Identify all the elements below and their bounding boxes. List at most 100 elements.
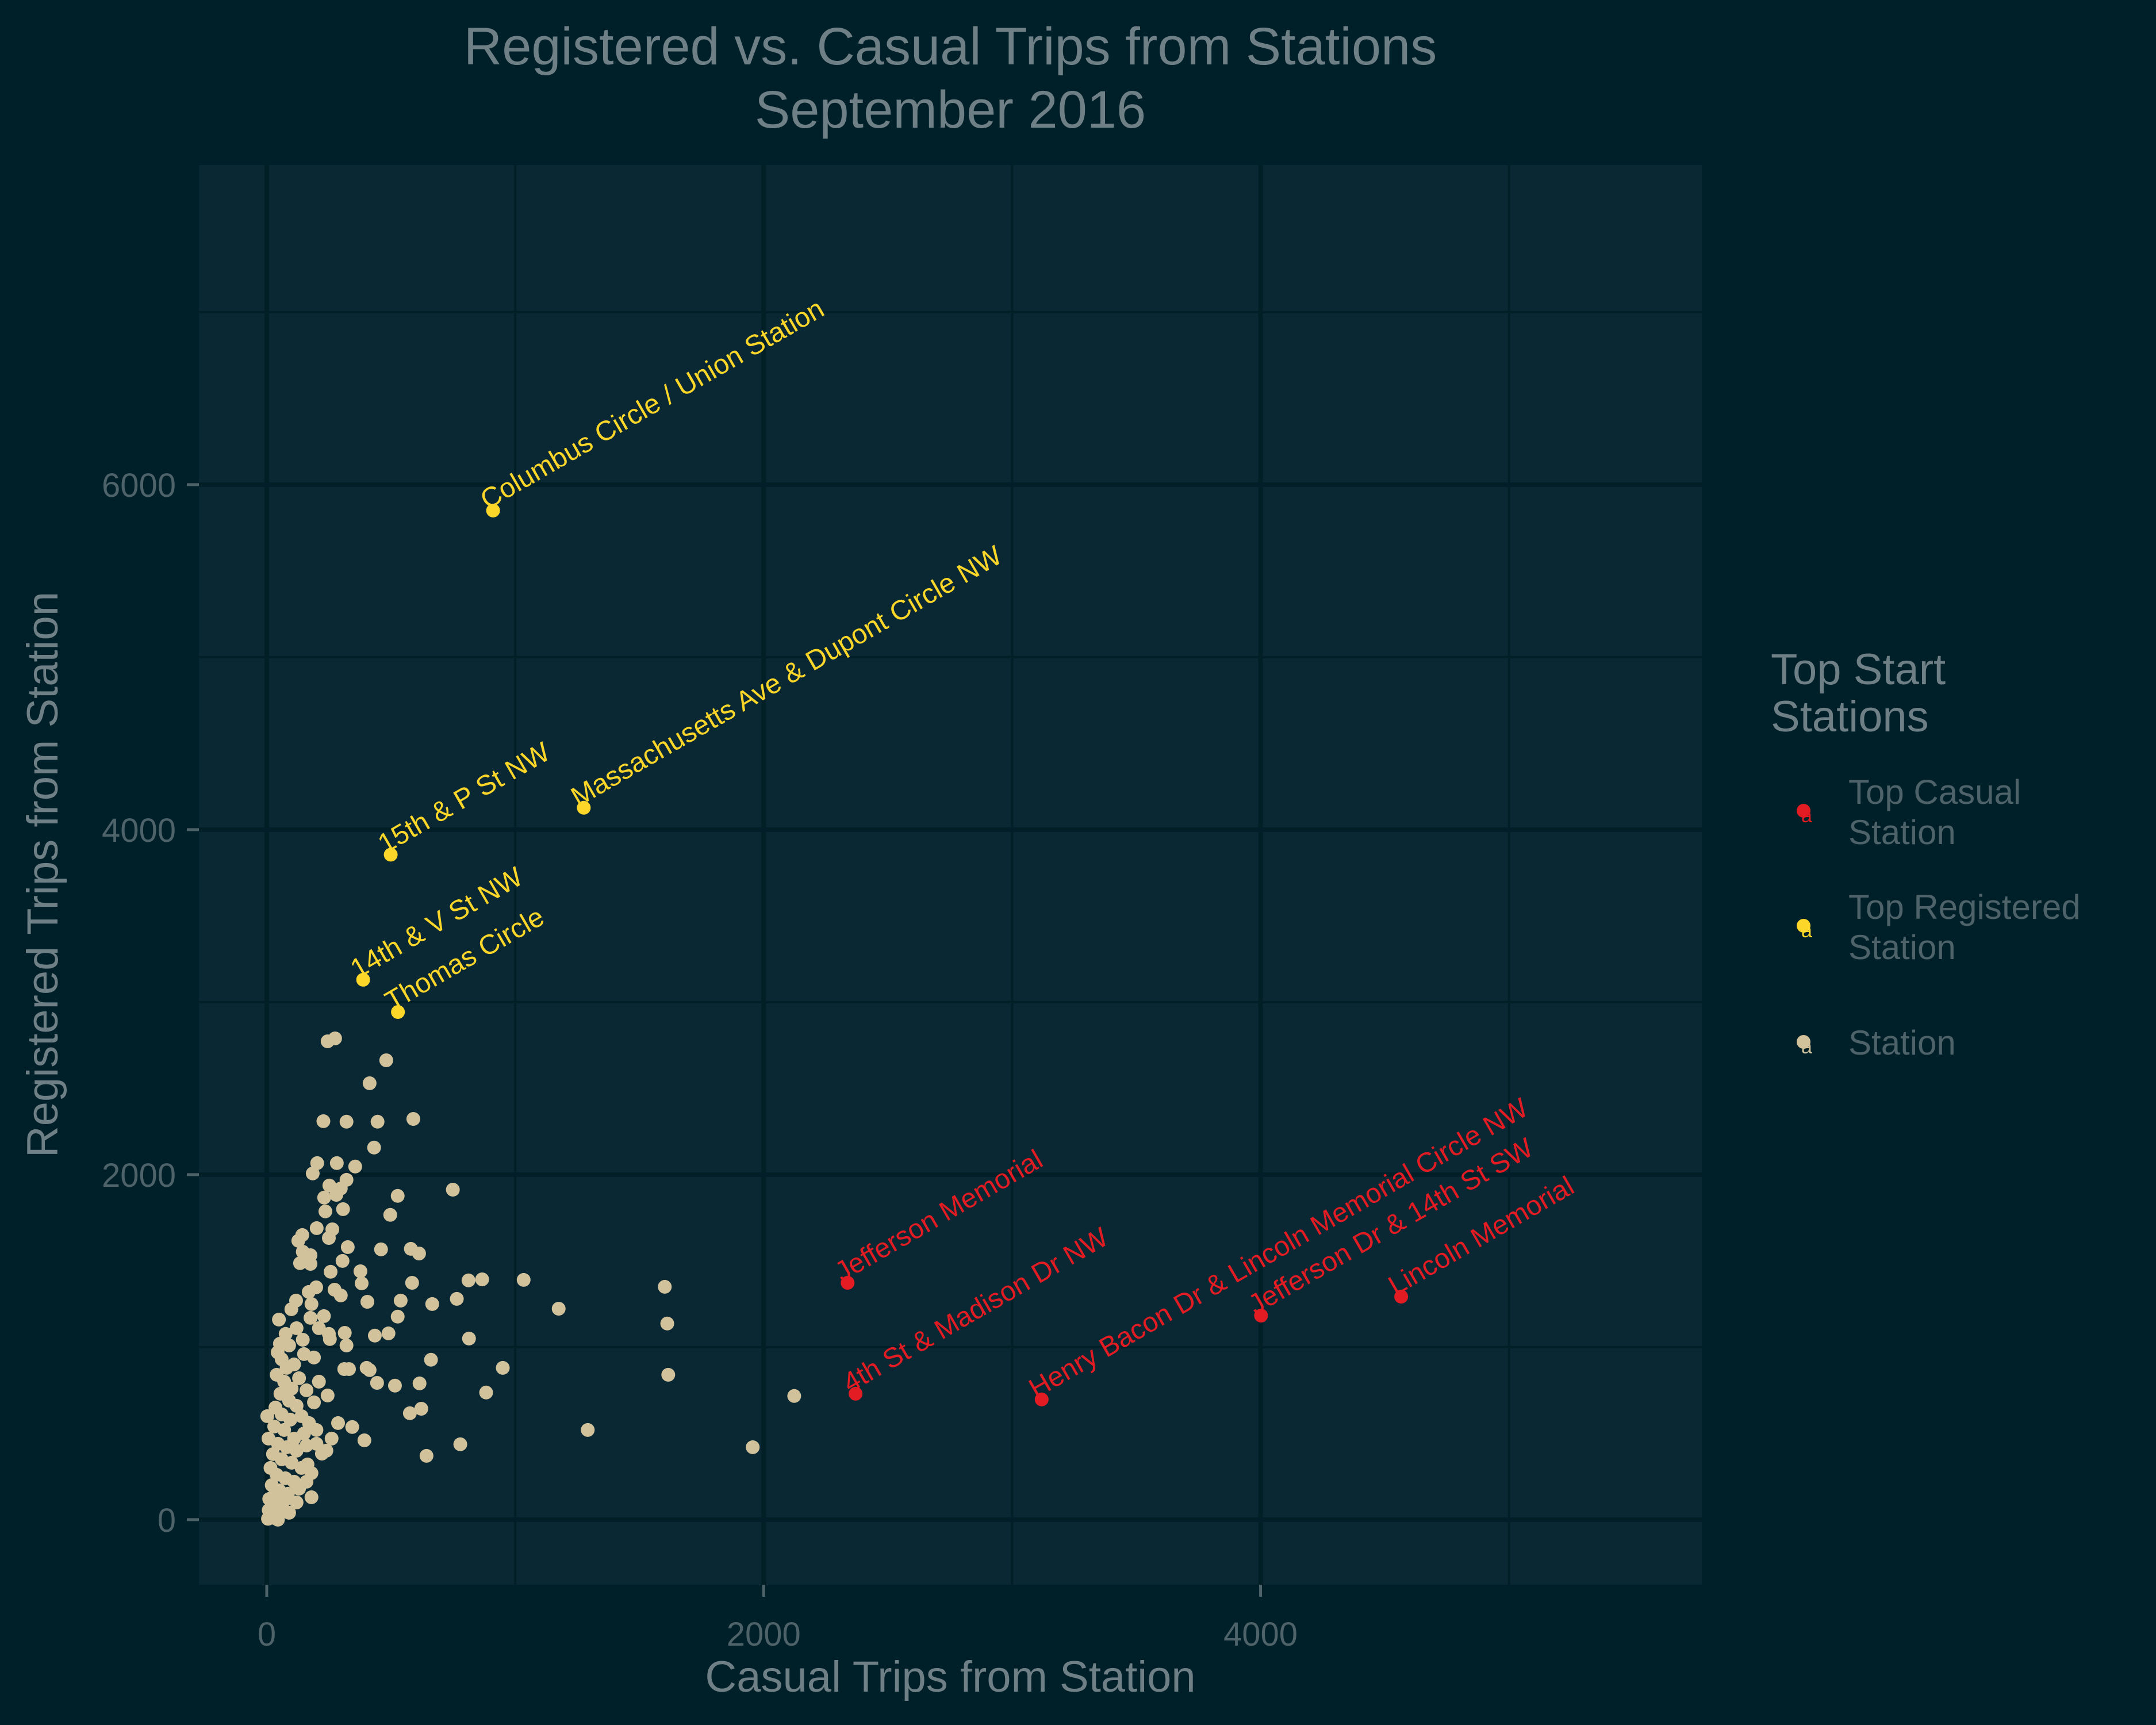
point-station	[317, 1190, 331, 1205]
point-station	[450, 1291, 464, 1306]
chart-subtitle: September 2016	[755, 80, 1146, 139]
point-station	[374, 1242, 388, 1256]
legend-label: Top Casual	[1848, 773, 2021, 811]
y-tick-label: 6000	[102, 467, 176, 504]
point-station	[370, 1114, 385, 1129]
point-station	[287, 1357, 301, 1371]
point-station	[390, 1309, 405, 1324]
point-station	[390, 1189, 405, 1203]
chart-title: Registered vs. Casual Trips from Station…	[464, 17, 1437, 76]
x-tick-label: 2000	[727, 1616, 801, 1653]
point-station	[336, 1202, 350, 1216]
x-tick-label: 4000	[1223, 1616, 1298, 1653]
point-station	[412, 1376, 427, 1390]
point-station	[307, 1350, 321, 1364]
point-station	[289, 1495, 304, 1509]
point-station	[318, 1204, 332, 1218]
point-station	[425, 1297, 439, 1311]
x-tick-label: 0	[258, 1616, 276, 1653]
point-station	[312, 1321, 326, 1335]
point-station	[300, 1383, 314, 1397]
point-station	[339, 1338, 354, 1352]
point-station	[475, 1272, 489, 1286]
point-station	[388, 1378, 402, 1393]
legend-label: Station	[1848, 1023, 1956, 1062]
point-station	[323, 1332, 337, 1346]
point-station	[320, 1388, 335, 1402]
point-station	[424, 1352, 438, 1367]
point-station	[300, 1474, 314, 1489]
point-station	[660, 1316, 674, 1331]
point-station	[319, 1443, 333, 1458]
point-station	[339, 1114, 354, 1129]
legend-title-line-2: Stations	[1771, 692, 1929, 741]
point-station	[284, 1302, 298, 1316]
y-axis-title: Registered Trips from Station	[18, 592, 67, 1157]
point-station	[329, 1188, 343, 1202]
point-station	[304, 1490, 319, 1504]
point-station	[379, 1053, 393, 1067]
point-station	[267, 1419, 281, 1433]
plot-panel	[199, 165, 1702, 1585]
point-station	[317, 1309, 331, 1323]
legend-key-text-icon: a	[1801, 920, 1812, 942]
x-axis-title: Casual Trips from Station	[705, 1653, 1195, 1701]
point-station	[316, 1114, 331, 1128]
point-station	[340, 1240, 355, 1254]
legend-title-line-1: Top Start	[1771, 645, 1946, 694]
y-tick-label: 4000	[102, 812, 176, 849]
point-station	[309, 1221, 324, 1235]
point-station	[367, 1140, 381, 1155]
point-station	[393, 1293, 408, 1308]
point-station	[405, 1276, 419, 1290]
point-station	[581, 1423, 595, 1437]
point-station	[661, 1367, 676, 1382]
legend-key-text-icon: a	[1801, 1036, 1812, 1058]
point-station	[335, 1254, 350, 1268]
legend-label: Station	[1848, 928, 1956, 967]
point-station	[414, 1402, 428, 1416]
point-station	[348, 1159, 362, 1174]
point-station	[479, 1385, 493, 1400]
point-station	[462, 1331, 476, 1346]
point-station	[305, 1166, 320, 1180]
point-station	[362, 1363, 377, 1377]
legend-key-text-icon: a	[1801, 805, 1812, 827]
point-station	[327, 1283, 342, 1297]
point-station	[406, 1112, 420, 1126]
point-station	[304, 1297, 319, 1311]
point-station	[355, 1276, 369, 1290]
point-station	[322, 1231, 336, 1245]
point-station	[329, 1156, 344, 1170]
point-station	[289, 1321, 304, 1335]
y-tick-label: 0	[158, 1502, 176, 1539]
point-station	[345, 1420, 359, 1434]
point-station	[272, 1312, 286, 1327]
scatter-chart: Registered vs. Casual Trips from Station…	[0, 0, 2156, 1725]
point-station	[446, 1183, 460, 1197]
point-station	[496, 1360, 510, 1375]
point-station	[357, 1433, 371, 1447]
point-station	[412, 1247, 426, 1260]
point-station	[419, 1448, 433, 1463]
point-station	[370, 1376, 384, 1390]
point-station	[262, 1503, 276, 1517]
point-station	[551, 1302, 566, 1316]
legend-label: Top Registered	[1848, 888, 2081, 926]
point-station	[324, 1264, 338, 1279]
point-station	[381, 1326, 396, 1340]
legend-label: Station	[1848, 813, 1956, 852]
point-station	[304, 1257, 318, 1271]
point-station	[453, 1437, 467, 1451]
point-station	[658, 1279, 672, 1294]
point-station	[461, 1273, 475, 1287]
point-station	[277, 1493, 291, 1508]
point-station	[516, 1272, 531, 1287]
point-station	[331, 1416, 345, 1430]
point-station	[787, 1389, 801, 1403]
point-station	[746, 1440, 760, 1454]
point-station	[292, 1371, 306, 1385]
point-station	[328, 1031, 342, 1045]
point-station	[337, 1326, 352, 1340]
point-station	[362, 1076, 377, 1090]
